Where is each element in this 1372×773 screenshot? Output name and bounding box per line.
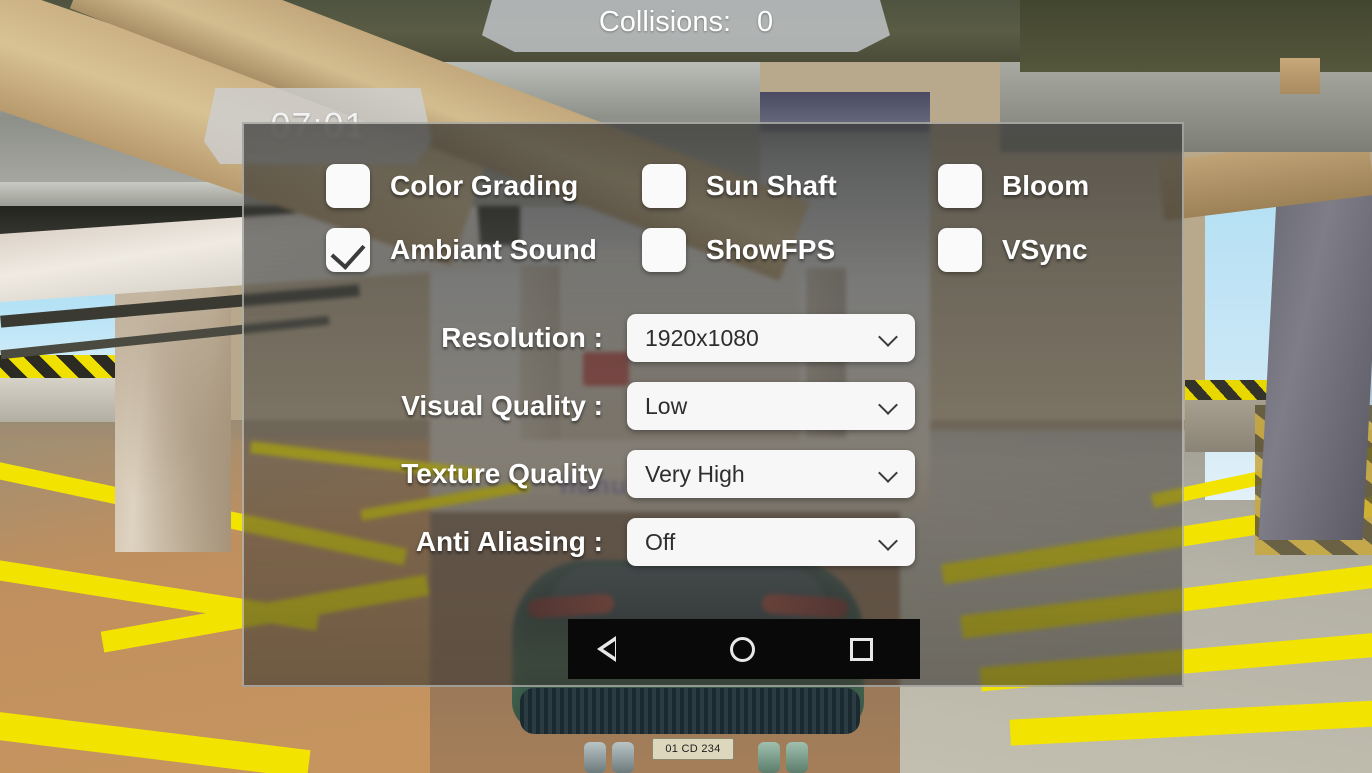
dropdown-value: Very High: [645, 460, 745, 487]
setting-row-texture-quality: Texture Quality Very High: [244, 450, 1186, 498]
row-label: Anti Aliasing :: [415, 526, 603, 557]
collisions-label: Collisions:: [598, 5, 732, 38]
setting-toggle-sun-shaft[interactable]: Sun Shaft: [634, 164, 914, 208]
setting-row-visual-quality: Visual Quality : Low: [244, 382, 1186, 430]
checkbox-sun-shaft[interactable]: [642, 164, 686, 208]
dropdown-value: Low: [645, 392, 688, 419]
back-icon[interactable]: [596, 636, 635, 662]
car-exhaust: [758, 742, 780, 773]
game-screen: nunu 01 CD 234 Collisions: 0 07:01 Color…: [0, 0, 1372, 773]
chevron-down-icon: [879, 328, 899, 348]
dropdown-visual-quality[interactable]: Low: [627, 382, 915, 430]
checkbox-label: Sun Shaft: [706, 170, 837, 201]
row-label: Texture Quality: [401, 458, 603, 489]
checkbox-label: ShowFPS: [706, 234, 836, 265]
checkbox-show-fps[interactable]: [642, 228, 686, 272]
chevron-down-icon: [879, 532, 899, 552]
car-exhaust: [612, 742, 634, 773]
android-navigation-bar: [568, 619, 920, 679]
collisions-hud: Collisions: 0: [482, 0, 890, 52]
dropdown-value: Off: [645, 528, 676, 555]
row-label: Visual Quality :: [401, 390, 603, 421]
settings-dropdown-rows: Resolution : 1920x1080 Visual Quality : …: [244, 314, 1186, 566]
setting-toggle-vsync[interactable]: VSync: [914, 228, 1186, 272]
ceiling-beam-wood-corner: [1280, 58, 1320, 94]
concrete-column-right: [1258, 180, 1372, 540]
row-label: Resolution :: [441, 322, 603, 353]
home-icon[interactable]: [729, 636, 755, 662]
car-exhaust: [584, 742, 606, 773]
car-exhaust: [786, 742, 808, 773]
setting-toggle-bloom[interactable]: Bloom: [914, 164, 1186, 208]
dropdown-value: 1920x1080: [645, 324, 759, 351]
setting-toggle-ambiant-sound[interactable]: Ambiant Sound: [244, 228, 634, 272]
checkbox-label: Color Grading: [390, 170, 579, 201]
checkbox-label: VSync: [1002, 234, 1088, 265]
checkbox-label: Bloom: [1002, 170, 1090, 201]
checkbox-label: Ambiant Sound: [390, 234, 597, 265]
checkbox-color-grading[interactable]: [326, 164, 370, 208]
setting-row-anti-aliasing: Anti Aliasing : Off: [244, 518, 1186, 566]
dropdown-resolution[interactable]: 1920x1080: [627, 314, 915, 362]
setting-toggle-color-grading[interactable]: Color Grading: [244, 164, 634, 208]
car-rear-bumper: [520, 688, 860, 734]
recents-icon[interactable]: [849, 637, 873, 661]
settings-panel: Color Grading Sun Shaft Bloom Ambiant So…: [242, 122, 1184, 687]
checkbox-ambiant-sound[interactable]: [326, 228, 370, 272]
dropdown-anti-aliasing[interactable]: Off: [627, 518, 915, 566]
setting-toggle-show-fps[interactable]: ShowFPS: [634, 228, 914, 272]
checkbox-vsync[interactable]: [938, 228, 982, 272]
chevron-down-icon: [879, 464, 899, 484]
chevron-down-icon: [879, 396, 899, 416]
settings-checkbox-grid: Color Grading Sun Shaft Bloom Ambiant So…: [244, 164, 1186, 272]
setting-row-resolution: Resolution : 1920x1080: [244, 314, 1186, 362]
checkbox-bloom[interactable]: [938, 164, 982, 208]
collisions-value: 0: [757, 5, 774, 38]
car-license-plate: 01 CD 234: [652, 738, 734, 760]
dropdown-texture-quality[interactable]: Very High: [627, 450, 915, 498]
